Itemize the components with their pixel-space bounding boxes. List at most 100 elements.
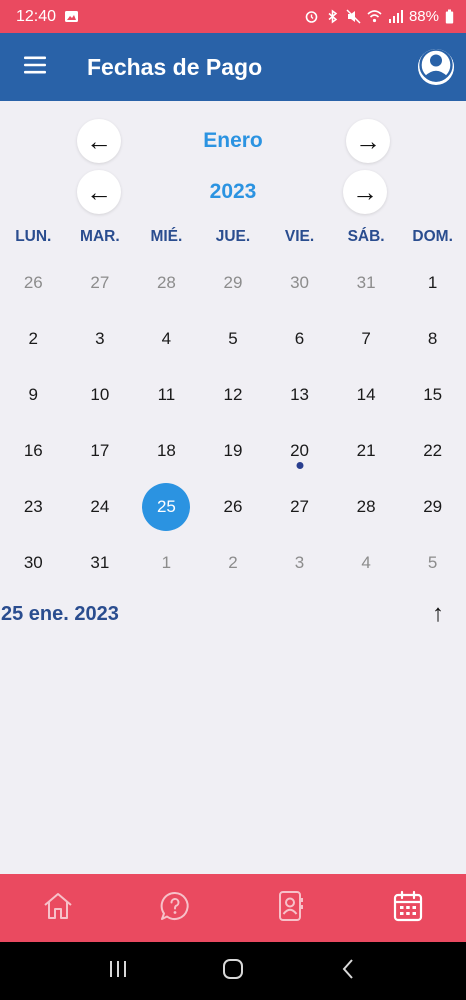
day-number: 2 <box>228 553 238 572</box>
nav-contacts[interactable] <box>233 874 350 942</box>
day-number: 10 <box>90 385 110 404</box>
collapse-button[interactable]: ↑ <box>424 598 452 630</box>
next-month-button[interactable]: → <box>346 119 390 163</box>
day-cell[interactable]: 31 <box>67 535 134 591</box>
day-cell[interactable]: 5 <box>200 311 267 367</box>
day-cell[interactable]: 20 <box>266 423 333 479</box>
day-cell[interactable]: 21 <box>333 423 400 479</box>
recents-icon <box>107 959 129 984</box>
day-cell[interactable]: 16 <box>0 423 67 479</box>
day-cell[interactable]: 10 <box>67 367 134 423</box>
day-cell[interactable]: 30 <box>266 255 333 311</box>
day-cell[interactable]: 27 <box>67 255 134 311</box>
day-number: 30 <box>23 553 43 572</box>
day-cell[interactable]: 14 <box>333 367 400 423</box>
signal-icon <box>388 9 403 24</box>
recent-apps-button[interactable] <box>98 951 138 991</box>
day-number: 28 <box>356 497 376 516</box>
menu-icon <box>23 55 47 80</box>
day-number: 4 <box>361 553 371 572</box>
day-cell[interactable]: 23 <box>0 479 67 535</box>
next-year-button[interactable]: → <box>343 170 387 214</box>
day-number: 27 <box>90 273 110 292</box>
day-number: 27 <box>290 497 309 516</box>
account-circle-icon <box>418 49 454 85</box>
bluetooth-icon <box>325 9 340 24</box>
wifi-icon <box>367 9 382 24</box>
day-number: 7 <box>361 329 371 348</box>
status-time: 12:40 <box>16 7 57 25</box>
day-number: 2 <box>28 329 39 348</box>
day-number: 23 <box>23 497 43 516</box>
day-number: 9 <box>28 385 39 404</box>
day-cell[interactable]: 6 <box>266 311 333 367</box>
day-cell[interactable]: 11 <box>133 367 200 423</box>
day-cell[interactable]: 24 <box>67 479 134 535</box>
day-cell[interactable]: 13 <box>266 367 333 423</box>
day-cell[interactable]: 1 <box>399 255 466 311</box>
day-number: 16 <box>23 441 43 460</box>
day-cell[interactable]: 3 <box>67 311 134 367</box>
day-cell[interactable]: 5 <box>399 535 466 591</box>
day-cell[interactable]: 28 <box>133 255 200 311</box>
day-number: 14 <box>356 385 376 404</box>
nav-calendar[interactable] <box>350 874 466 942</box>
day-cell[interactable]: 2 <box>0 311 67 367</box>
nav-help[interactable] <box>117 874 234 942</box>
prev-month-button[interactable]: ← <box>77 119 121 163</box>
weekday-label: DOM. <box>412 228 453 245</box>
day-cell[interactable]: 31 <box>333 255 400 311</box>
help-chat-icon <box>159 890 191 927</box>
day-cell-selected[interactable]: 25 <box>133 479 200 535</box>
calendar-icon <box>393 890 423 927</box>
weekday-label: JUE. <box>215 228 251 245</box>
mute-icon <box>346 9 361 24</box>
day-cell[interactable]: 1 <box>133 535 200 591</box>
alarm-icon <box>304 9 319 24</box>
day-number: 1 <box>427 273 438 292</box>
day-number: 12 <box>223 385 243 404</box>
day-number: 20 <box>290 441 309 460</box>
nav-home[interactable] <box>0 874 117 942</box>
day-cell[interactable]: 26 <box>0 255 67 311</box>
prev-year-button[interactable]: ← <box>77 170 121 214</box>
day-cell[interactable]: 27 <box>266 479 333 535</box>
menu-button[interactable] <box>0 33 70 101</box>
day-cell[interactable]: 19 <box>200 423 267 479</box>
day-cell[interactable]: 2 <box>200 535 267 591</box>
day-number: 8 <box>427 329 438 348</box>
day-cell[interactable]: 9 <box>0 367 67 423</box>
year-navigator: ← 2023 → <box>0 170 466 214</box>
home-button[interactable] <box>213 951 253 991</box>
day-cell[interactable]: 29 <box>399 479 466 535</box>
day-cell[interactable]: 7 <box>333 311 400 367</box>
day-cell[interactable]: 28 <box>333 479 400 535</box>
profile-button[interactable] <box>418 49 454 85</box>
day-cell[interactable]: 22 <box>399 423 466 479</box>
month-navigator: ← Enero → <box>0 119 466 163</box>
day-cell[interactable]: 12 <box>200 367 267 423</box>
day-cell[interactable]: 18 <box>133 423 200 479</box>
day-cell[interactable]: 29 <box>200 255 267 311</box>
weekday-header: LUN. MAR. MIÉ. JUE. VIE. SÁB. DOM. <box>0 228 466 246</box>
day-number: 1 <box>161 553 172 572</box>
year-label: 2023 <box>209 180 257 203</box>
weekday-label: SÁB. <box>347 228 385 245</box>
day-cell[interactable]: 26 <box>200 479 267 535</box>
day-number: 31 <box>356 273 376 292</box>
day-number: 3 <box>95 329 105 348</box>
app-bar: Fechas de Pago <box>0 33 466 101</box>
month-label: Enero <box>203 129 263 152</box>
day-cell[interactable]: 8 <box>399 311 466 367</box>
day-number: 21 <box>356 441 376 460</box>
day-cell[interactable]: 30 <box>0 535 67 591</box>
back-button[interactable] <box>328 951 368 991</box>
day-cell[interactable]: 3 <box>266 535 333 591</box>
day-cell[interactable]: 17 <box>67 423 134 479</box>
day-cell[interactable]: 4 <box>133 311 200 367</box>
home-icon <box>42 891 74 926</box>
day-number: 24 <box>90 497 110 516</box>
day-cell[interactable]: 15 <box>399 367 466 423</box>
day-cell[interactable]: 4 <box>333 535 400 591</box>
day-number: 28 <box>156 273 176 292</box>
